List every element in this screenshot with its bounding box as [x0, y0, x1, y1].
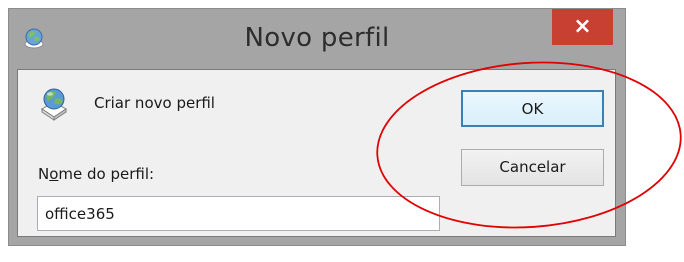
- close-icon: ×: [573, 14, 592, 39]
- ok-button[interactable]: OK: [461, 90, 604, 127]
- dialog-window: Novo perfil × Criar novo perfil Nome do …: [8, 8, 626, 246]
- profile-name-input[interactable]: [37, 196, 440, 231]
- title-bar[interactable]: Novo perfil ×: [9, 9, 625, 69]
- window-title: Novo perfil: [244, 23, 390, 53]
- profile-name-label: Nome do perfil:: [38, 165, 154, 183]
- create-profile-label: Criar novo perfil: [94, 94, 215, 112]
- close-button[interactable]: ×: [552, 9, 613, 45]
- name-label-prefix: N: [38, 165, 50, 183]
- name-label-suffix: me do perfil:: [58, 165, 155, 183]
- cancel-button[interactable]: Cancelar: [461, 149, 604, 186]
- dialog-body: Criar novo perfil Nome do perfil: OK Can…: [17, 69, 616, 237]
- profile-globe-icon: [41, 88, 67, 121]
